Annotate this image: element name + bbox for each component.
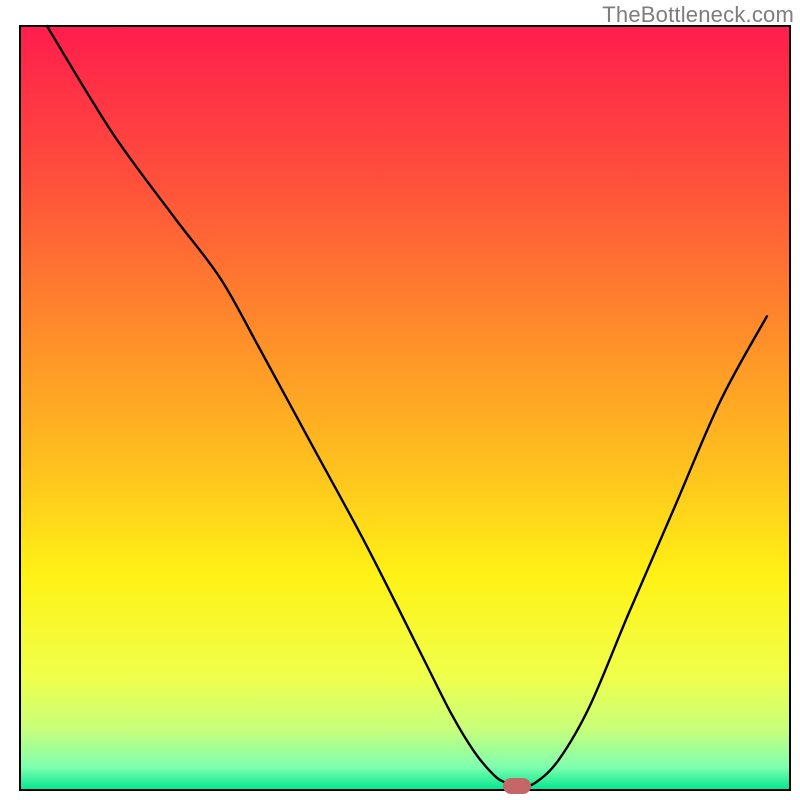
watermark-text: TheBottleneck.com: [602, 2, 794, 28]
gradient-background: [20, 26, 790, 790]
chart-container: TheBottleneck.com: [0, 0, 800, 800]
chart-svg: [0, 0, 800, 800]
minimum-marker: [503, 778, 531, 794]
